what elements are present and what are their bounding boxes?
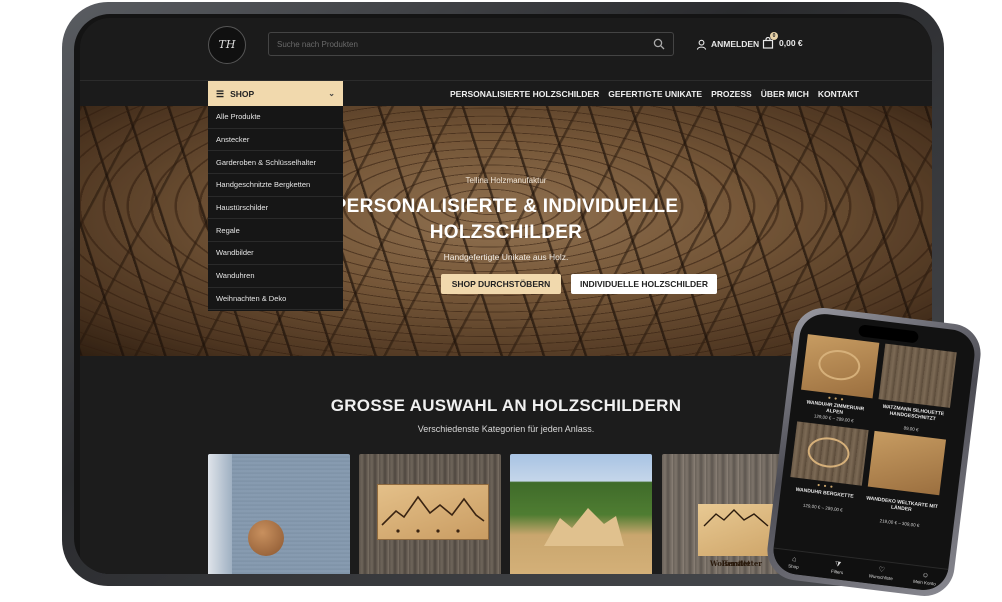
dropdown-item-wanduhren[interactable]: Wanduhren <box>208 265 343 288</box>
category-card-garderoben[interactable] <box>359 454 501 574</box>
phone-product-image-2[interactable] <box>878 343 957 408</box>
nav-link-prozess[interactable]: PROZESS <box>711 89 752 99</box>
main-navigation: ☰ SHOP ⌄ PERSONALISIERTE HOLZSCHILDER GE… <box>80 80 932 107</box>
cart-total: 0,00 € <box>779 38 803 48</box>
dropdown-item-garderoben[interactable]: Garderoben & Schlüsselhalter <box>208 151 343 175</box>
site-logo[interactable]: TH <box>208 26 246 64</box>
hamburger-icon: ☰ <box>216 88 225 99</box>
dropdown-item-haustuerschilder[interactable]: Haustürschilder <box>208 197 343 220</box>
hero-title-line1: PERSONALISIERTE & INDIVIDUELLE <box>333 196 679 217</box>
nav-link-gefertigte-unikate[interactable]: GEFERTIGTE UNIKATE <box>608 89 702 99</box>
dropdown-item-alle-produkte[interactable]: Alle Produkte <box>208 106 343 129</box>
search-icon[interactable] <box>653 38 665 50</box>
nav-link-kontakt[interactable]: KONTAKT <box>818 89 859 99</box>
phone-tab-filters-label: Filters <box>830 568 844 576</box>
phone-tab-shop-label: Shop <box>787 563 799 570</box>
door-sign-text: Familie Wolferstetter <box>698 532 774 568</box>
dropdown-item-anstecker[interactable]: Anstecker <box>208 129 343 152</box>
shop-browse-button[interactable]: SHOP DURCHSTÖBERN <box>441 274 561 294</box>
shop-menu-toggle[interactable]: ☰ SHOP ⌄ <box>208 81 343 107</box>
login-link[interactable]: ANMELDEN <box>696 36 759 52</box>
custom-signs-button[interactable]: INDIVIDUELLE HOLZSCHILDER <box>571 274 717 294</box>
dropdown-item-regale[interactable]: Regale <box>208 219 343 243</box>
phone-tab-wishlist[interactable]: ♡ Wunschliste <box>866 565 897 582</box>
search-input[interactable] <box>277 36 637 52</box>
dropdown-item-bergketten[interactable]: Handgeschnitzte Bergketten <box>208 174 343 197</box>
login-label: ANMELDEN <box>711 39 760 49</box>
cart-button[interactable]: 0 0,00 € <box>762 32 803 52</box>
category-card-bergketten[interactable] <box>510 454 652 574</box>
cart-count-badge: 0 <box>770 32 778 40</box>
nav-link-ueber-mich[interactable]: ÜBER MICH <box>761 89 809 99</box>
nav-link-personalisierte-holzschilder[interactable]: PERSONALISIERTE HOLZSCHILDER <box>450 89 599 99</box>
family-door-sign-image: Familie Wolferstetter <box>698 504 774 568</box>
user-icon <box>696 39 707 50</box>
phone-screen: ● ● ● WANDUHR ZIMMERUHR ALPEN 129,00 € –… <box>770 311 978 593</box>
category-card-anstecker[interactable] <box>208 454 350 574</box>
phone-product-price-3: 129,00 € – 289,00 € <box>802 502 844 513</box>
site-header: TH ANMELDEN <box>80 18 932 80</box>
hero-title-line2: HOLZSCHILDER <box>429 222 583 243</box>
phone-product-image-1[interactable] <box>801 334 880 399</box>
phone-tab-filters[interactable]: ⧩ Filters <box>822 560 853 577</box>
jacket-seam-image <box>208 454 232 574</box>
phone-tab-shop[interactable]: ⌂ Shop <box>778 554 809 571</box>
dropdown-item-wandbilder[interactable]: Wandbilder <box>208 242 343 265</box>
phone-product-image-4[interactable] <box>867 430 947 496</box>
nav-links: PERSONALISIERTE HOLZSCHILDER GEFERTIGTE … <box>450 81 859 107</box>
shop-menu-label: SHOP <box>230 89 255 99</box>
phone-product-image-3[interactable] <box>790 421 869 486</box>
edelweiss-pin-image <box>248 520 284 556</box>
mountain-coat-rack-image <box>377 484 489 540</box>
phone-product-name-4[interactable]: WANDDEKO WELTKARTE MIT LÄNDER <box>863 495 940 516</box>
mountain-silhouette-icon <box>703 509 769 527</box>
door-sign-line2: Wolferstetter <box>709 559 762 568</box>
carved-mountain-image <box>544 508 624 546</box>
phone-product-price-4: 219,00 € – 309,00 € <box>879 518 920 529</box>
search-bar <box>268 32 674 56</box>
clock-ring-image <box>816 347 863 383</box>
clock-ring-image <box>805 435 852 470</box>
dropdown-item-weihnachten-deko[interactable]: Weihnachten & Deko <box>208 288 343 311</box>
mountain-carving-icon <box>381 495 485 533</box>
chevron-down-icon: ⌄ <box>328 89 335 98</box>
shop-dropdown-menu: Alle Produkte Anstecker Garderoben & Sch… <box>208 106 343 311</box>
phone-tab-account[interactable]: ☺ Mein Konto <box>909 570 940 587</box>
phone-device-frame: ● ● ● WANDUHR ZIMMERUHR ALPEN 129,00 € –… <box>764 304 984 600</box>
